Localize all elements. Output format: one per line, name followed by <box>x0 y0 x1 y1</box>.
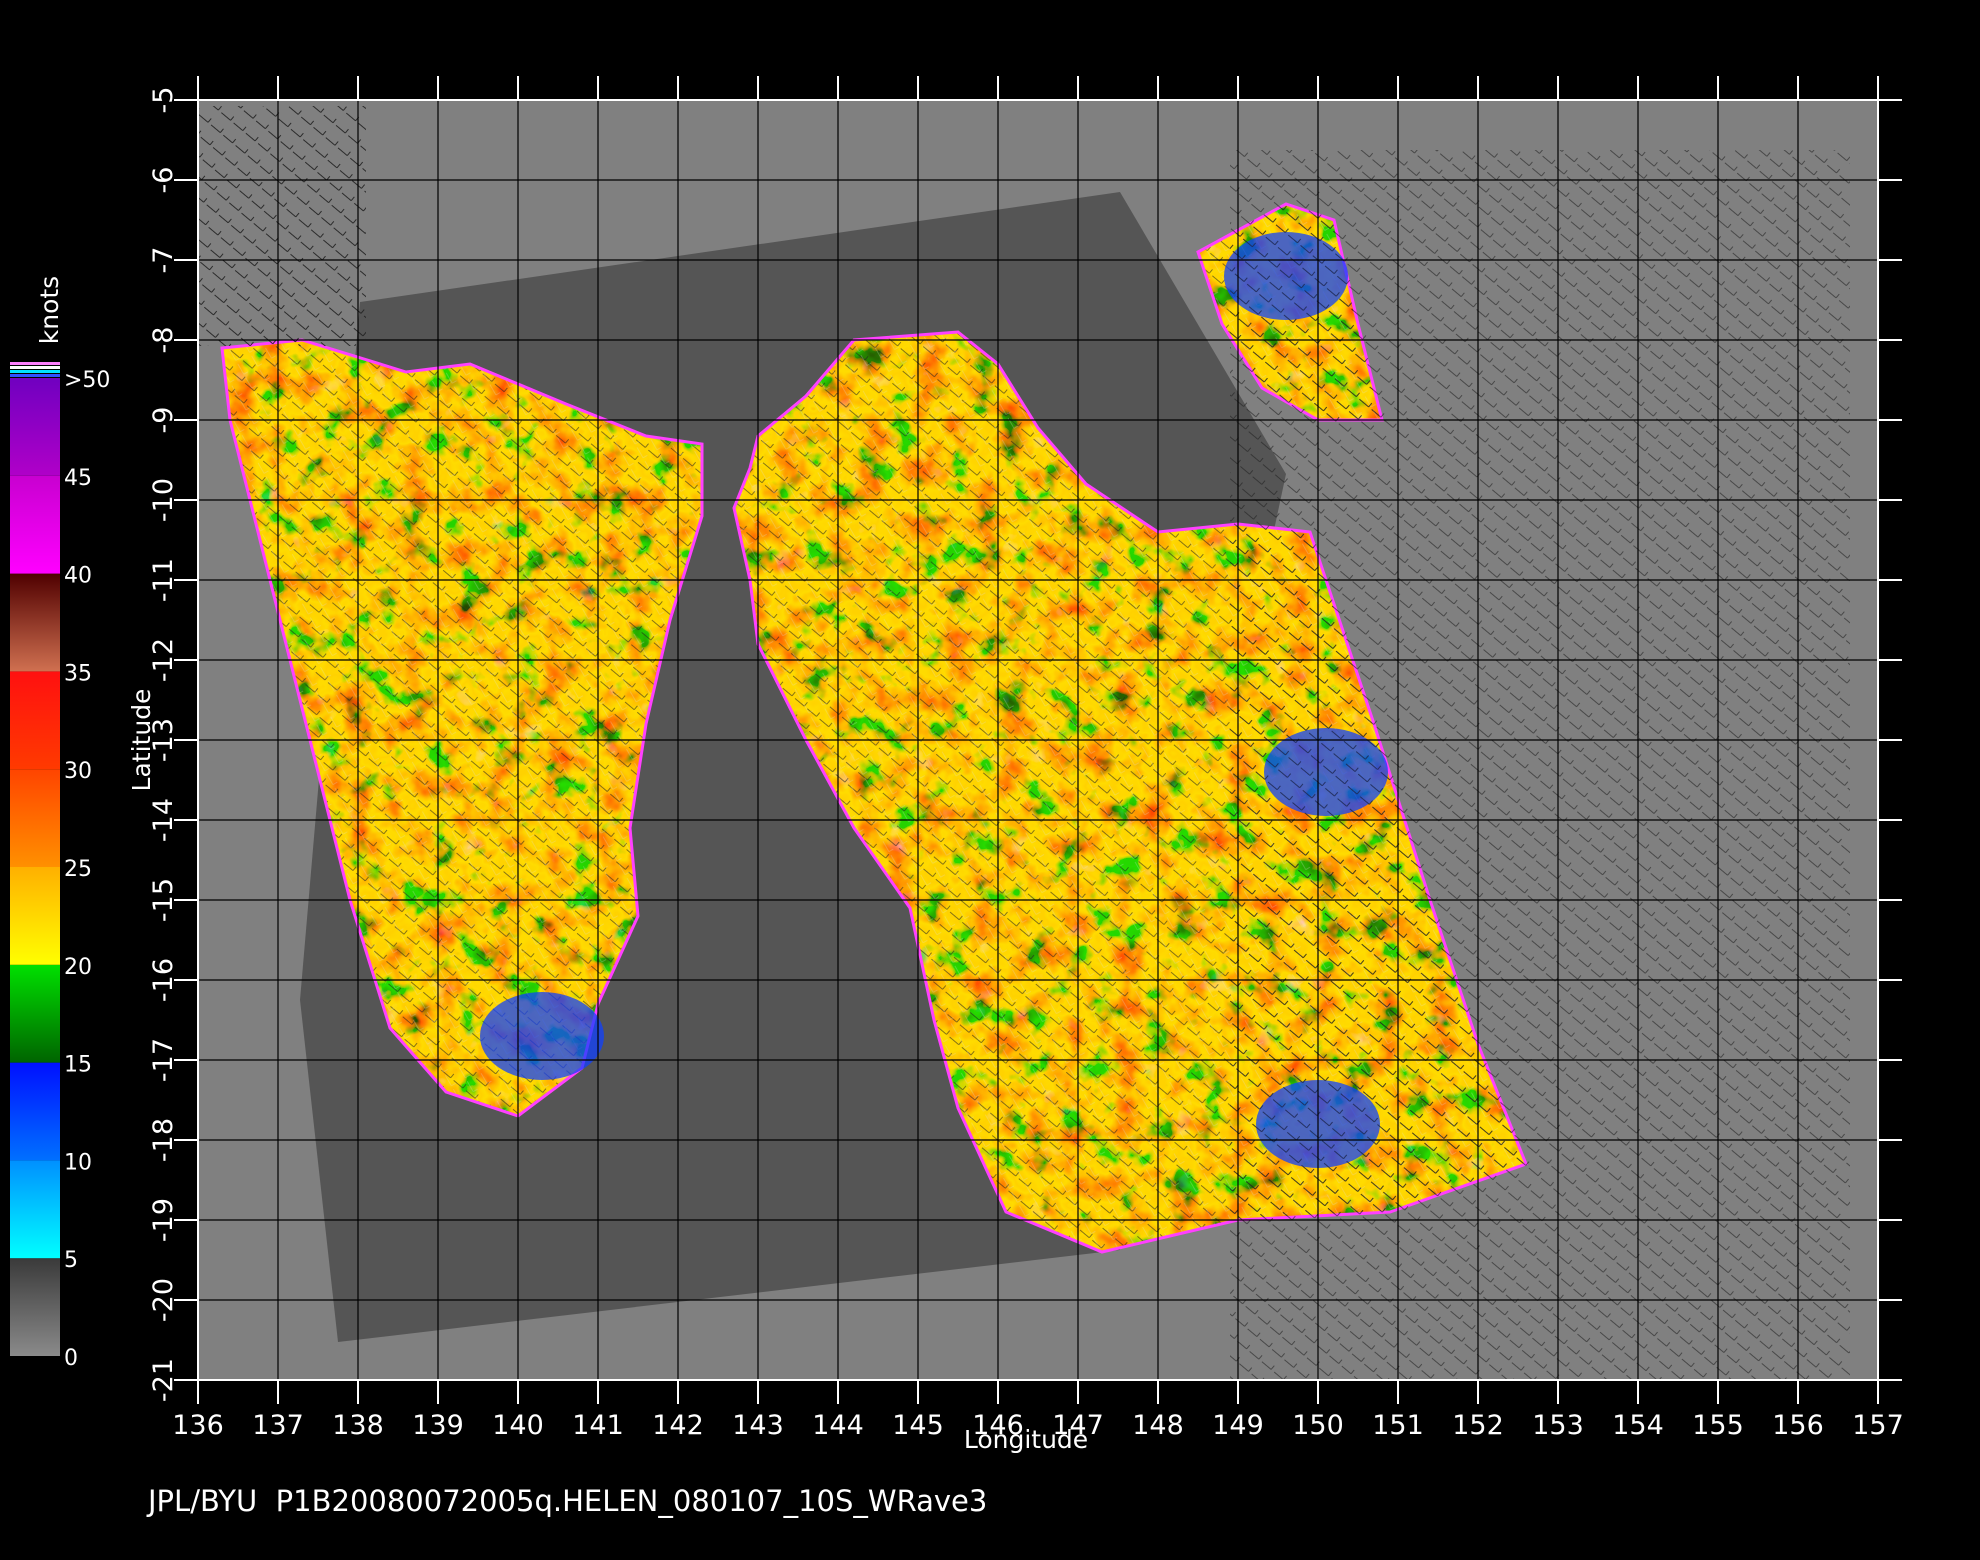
x-tick-label: 142 <box>652 1410 704 1441</box>
colorbar-overrange <box>10 374 60 377</box>
x-tick-label: 139 <box>412 1410 464 1441</box>
colorbar-tick-label: 10 <box>64 1150 92 1175</box>
y-tick-label: -17 <box>148 1038 179 1082</box>
x-tick-label: 141 <box>572 1410 624 1441</box>
colorbar-band <box>10 1258 60 1356</box>
x-tick-label: 136 <box>172 1410 224 1441</box>
y-tick-label: -6 <box>148 167 179 194</box>
x-tick-label: 153 <box>1532 1410 1584 1441</box>
colorbar-overrange <box>10 370 60 373</box>
colorbar-band <box>10 867 60 965</box>
y-tick-label: -14 <box>148 798 179 842</box>
x-tick-label: 144 <box>812 1410 864 1441</box>
colorbar-tick-label: 30 <box>64 759 92 784</box>
x-tick-label: 140 <box>492 1410 544 1441</box>
y-tick-label: -16 <box>148 958 179 1002</box>
x-tick-label: 155 <box>1692 1410 1744 1441</box>
y-tick-label: -19 <box>148 1198 179 1242</box>
colorbar-tick-label: 40 <box>64 564 92 589</box>
wind-barb-overlay-east <box>1230 150 1850 1380</box>
product-footer: JPL/BYU P1B20080072005q.HELEN_080107_10S… <box>148 1484 988 1518</box>
x-tick-label: 157 <box>1852 1410 1904 1441</box>
colorbar-band <box>10 769 60 867</box>
y-tick-label: -21 <box>148 1358 179 1402</box>
x-tick-label: 143 <box>732 1410 784 1441</box>
y-tick-label: -7 <box>148 247 179 274</box>
colorbar-tick-label: 35 <box>64 661 92 686</box>
x-tick-label: 150 <box>1292 1410 1344 1441</box>
y-tick-label: -15 <box>148 878 179 922</box>
y-tick-label: -8 <box>148 327 179 354</box>
x-tick-label: 152 <box>1452 1410 1504 1441</box>
x-tick-label: 156 <box>1772 1410 1824 1441</box>
x-tick-label: 145 <box>892 1410 944 1441</box>
x-tick-label: 154 <box>1612 1410 1664 1441</box>
colorbar-tick-label: 0 <box>64 1346 78 1371</box>
x-tick-label: 149 <box>1212 1410 1264 1441</box>
colorbar-band <box>10 671 60 770</box>
wind-barb-overlay-northwest <box>198 106 366 346</box>
y-tick-label: -20 <box>148 1278 179 1322</box>
wind-speed-map: 136 137 138 139 140 141 142 143 144 145 146 147 148 1… <box>10 76 1904 1454</box>
y-axis-label: Latitude <box>127 689 156 792</box>
colorbar-overrange <box>10 366 60 369</box>
colorbar-tick-label: 5 <box>64 1248 78 1273</box>
y-tick-label: -5 <box>148 87 179 114</box>
colorbar-tick-label: 15 <box>64 1053 92 1078</box>
y-tick-label: -18 <box>148 1118 179 1162</box>
colorbar-tick-label: 25 <box>64 857 92 882</box>
colorbar-tick-label: 20 <box>64 955 92 980</box>
y-tick-label: -11 <box>148 558 179 602</box>
colorbar-tick-label: 45 <box>64 466 92 491</box>
colorbar: 0 5 10 15 20 25 30 35 40 45 >50 <box>10 362 110 1371</box>
y-tick-label: -10 <box>148 478 179 522</box>
colorbar-unit-label: knots <box>35 276 64 344</box>
x-tick-label: 138 <box>332 1410 384 1441</box>
x-tick-label: 151 <box>1372 1410 1424 1441</box>
colorbar-band <box>10 573 60 672</box>
colorbar-band <box>10 378 60 476</box>
colorbar-band <box>10 964 60 1063</box>
colorbar-band <box>10 475 60 574</box>
colorbar-band <box>10 1160 60 1259</box>
x-axis-label: Longitude <box>964 1425 1088 1454</box>
colorbar-overrange <box>10 362 60 365</box>
x-tick-label: 137 <box>252 1410 304 1441</box>
colorbar-band <box>10 1062 60 1161</box>
y-tick-label: -12 <box>148 638 179 682</box>
y-tick-label: -9 <box>148 407 179 434</box>
x-tick-label: 148 <box>1132 1410 1184 1441</box>
colorbar-tick-label: >50 <box>64 368 110 393</box>
low-wind-center <box>480 992 604 1080</box>
